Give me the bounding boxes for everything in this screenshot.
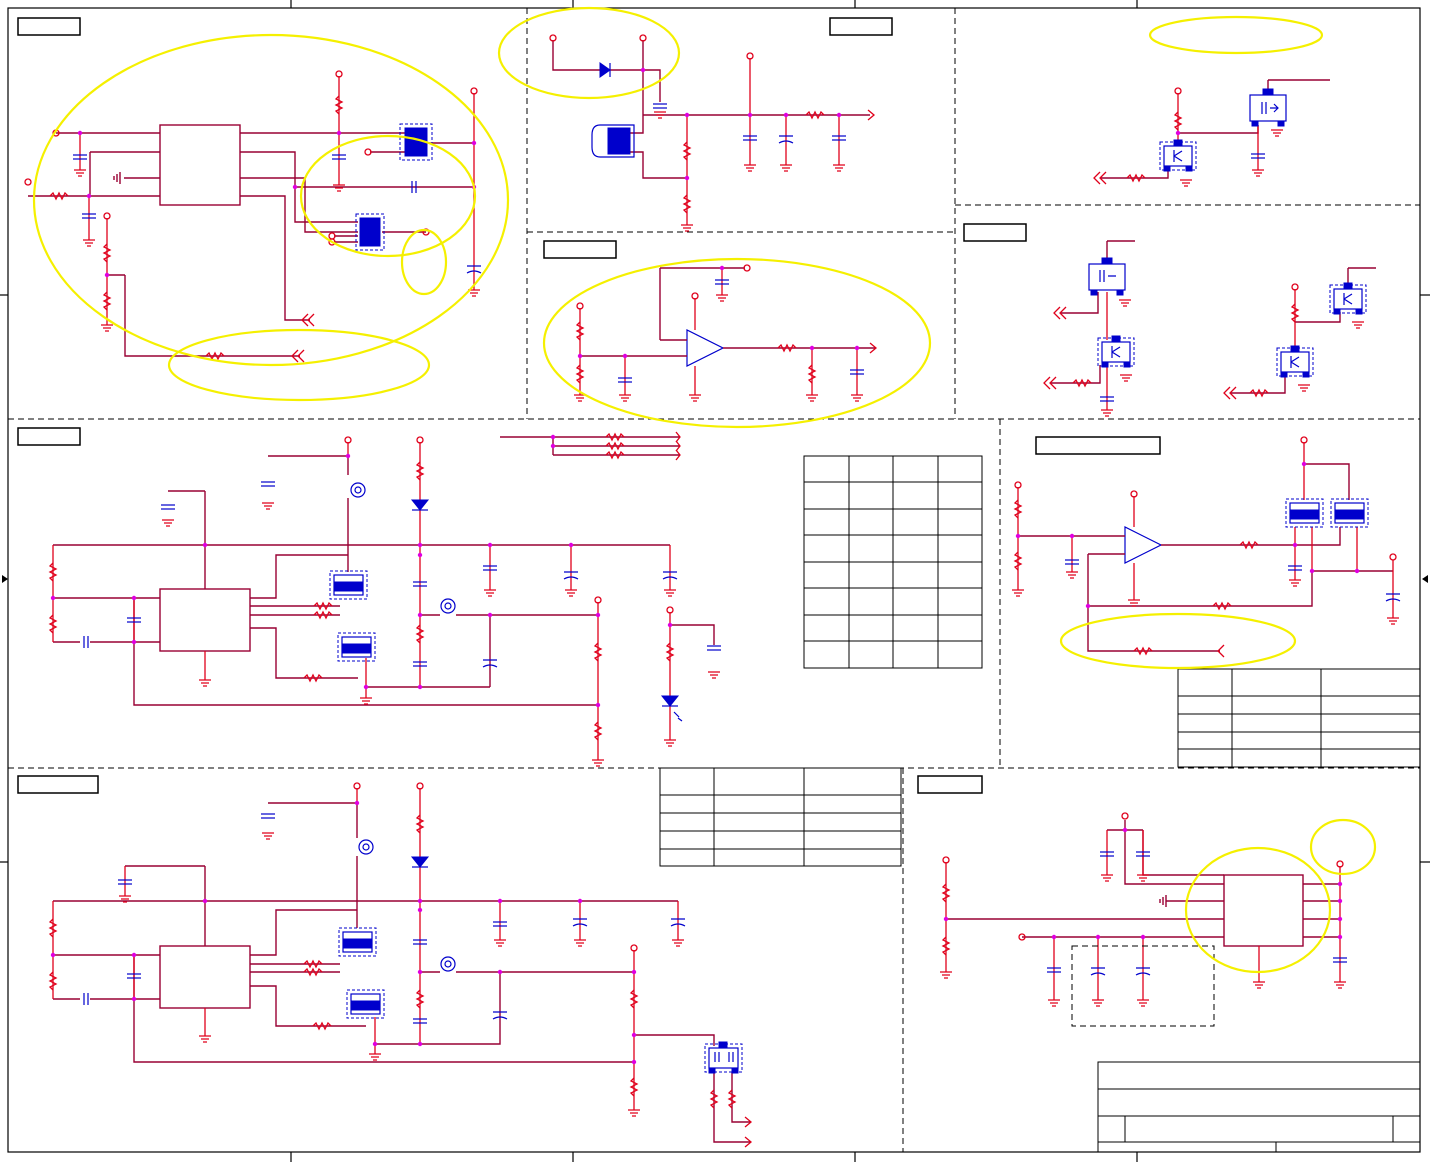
block-dc-dc-2 [48,782,753,1148]
highlight-6 [542,257,932,429]
section-label-2 [829,17,893,36]
sheet-frame [0,0,1430,1162]
highlight-5 [497,6,681,100]
section-label-4 [963,223,1027,242]
highlight-2 [299,134,477,258]
schematic-sheet [0,0,1430,1162]
highlight-3 [400,228,448,296]
section-label-6 [1035,436,1161,455]
ic-u7 [159,945,251,1009]
section-label-1 [17,17,81,36]
section-labels [17,17,1161,794]
highlight-4 [167,328,431,402]
highlight-9 [1184,846,1332,974]
block-regulator [549,34,876,232]
ic-u1 [159,124,241,206]
block-mosfet-switch [1093,79,1330,187]
ic-u5 [159,588,251,652]
title-block [1097,1061,1421,1153]
highlight-8 [1059,612,1297,670]
highlight-1 [32,33,510,367]
table-c [659,767,902,867]
section-label-8 [917,775,983,794]
section-dividers [8,8,1420,1152]
block-op-amp-buffer [574,264,878,402]
block-dc-dc-1 [48,431,721,767]
section-label-7 [17,775,99,794]
ic-u9 [1223,874,1304,947]
highlight-7 [1148,15,1324,55]
section-label-3 [543,240,617,259]
block-transistor-switches [1043,240,1376,417]
block-ic-decoupling [940,812,1347,1027]
table-b [1177,668,1421,768]
block-op-amp-current-sense [1012,436,1401,658]
block-power-input [24,70,482,363]
section-label-5 [17,427,81,446]
table-a [803,455,983,669]
